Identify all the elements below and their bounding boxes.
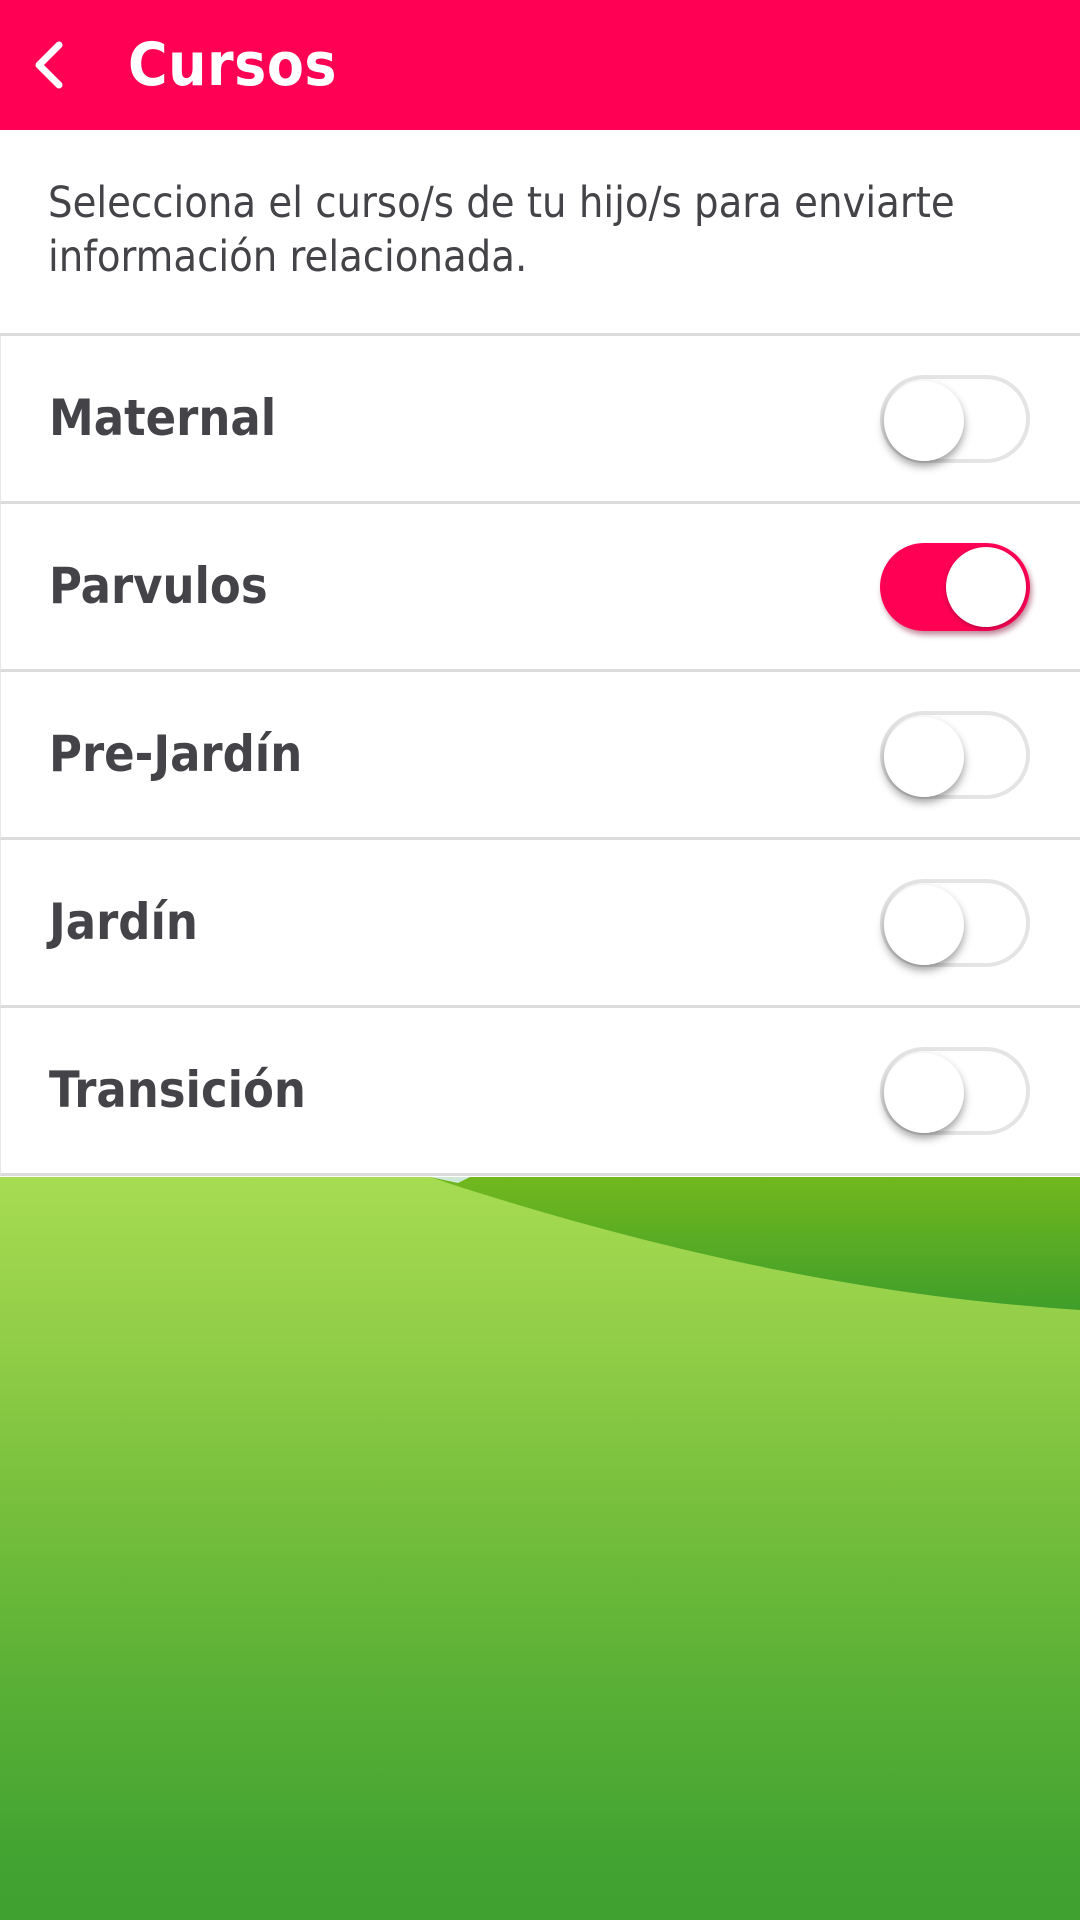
- toggle-knob: [884, 885, 964, 965]
- course-row-pre-jardin: Pre-Jardín: [0, 672, 1080, 840]
- toggle-knob: [946, 547, 1026, 627]
- toggle-knob: [884, 1053, 964, 1133]
- course-toggle[interactable]: [880, 879, 1030, 967]
- hill-decoration: [430, 1177, 1080, 1310]
- course-list: Maternal Parvulos Pre-Jardín Jardín Tran…: [0, 336, 1080, 1176]
- chevron-left-icon: [35, 41, 63, 89]
- toggle-knob: [884, 717, 964, 797]
- course-toggle[interactable]: [880, 1047, 1030, 1135]
- toggle-knob: [884, 381, 964, 461]
- course-label: Maternal: [49, 389, 277, 447]
- app-bar: Cursos: [0, 0, 1080, 130]
- page-title: Cursos: [128, 30, 338, 100]
- course-row-transicion: Transición: [0, 1008, 1080, 1176]
- description-text: Selecciona el curso/s de tu hijo/s para …: [0, 130, 1080, 336]
- course-toggle[interactable]: [880, 375, 1030, 463]
- main-content: Selecciona el curso/s de tu hijo/s para …: [0, 130, 1080, 1176]
- course-label: Parvulos: [49, 557, 268, 615]
- course-row-jardin: Jardín: [0, 840, 1080, 1008]
- grass-background: [0, 1177, 1080, 1920]
- course-toggle[interactable]: [880, 711, 1030, 799]
- course-row-maternal: Maternal: [0, 336, 1080, 504]
- course-label: Pre-Jardín: [49, 725, 303, 783]
- course-label: Transición: [49, 1061, 306, 1119]
- course-label: Jardín: [49, 893, 198, 951]
- back-button[interactable]: [14, 30, 84, 100]
- course-row-parvulos: Parvulos: [0, 504, 1080, 672]
- course-toggle[interactable]: [880, 543, 1030, 631]
